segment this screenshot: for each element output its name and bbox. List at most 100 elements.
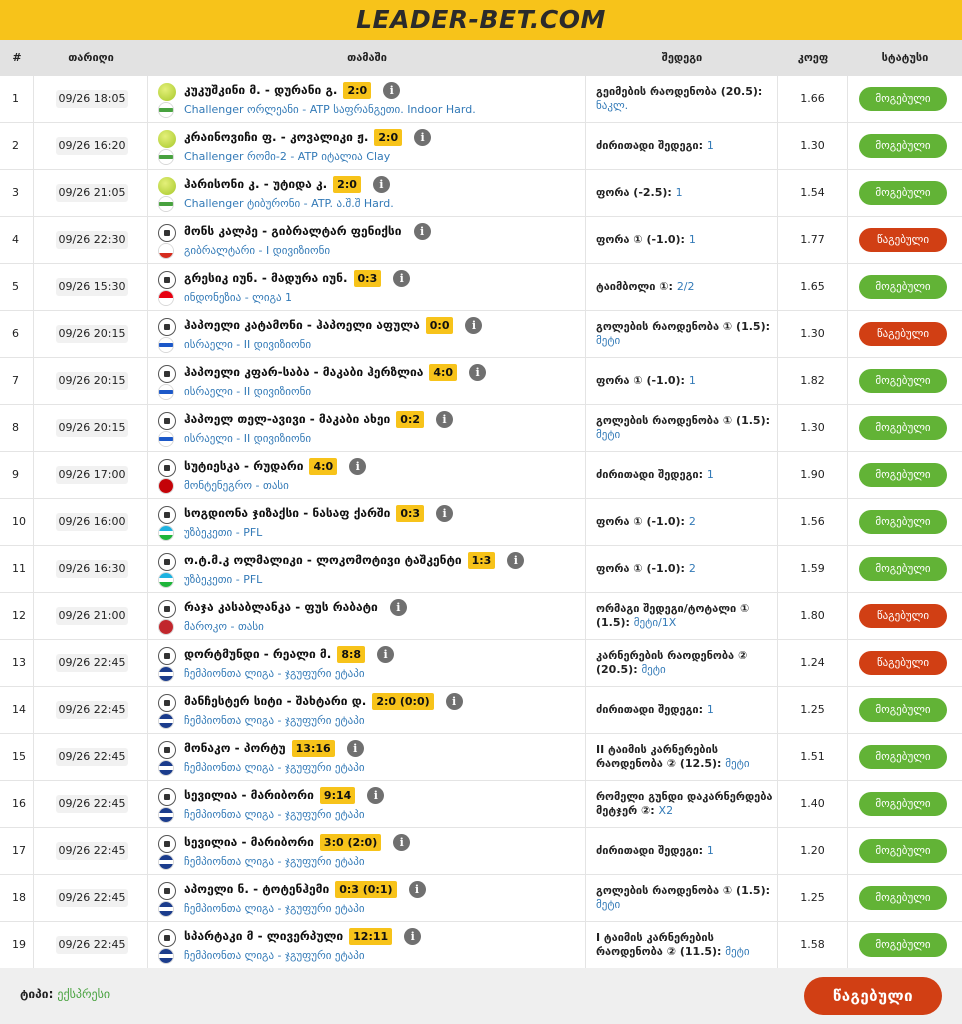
info-icon[interactable]: i xyxy=(507,551,525,569)
country-flag-icon xyxy=(158,290,174,306)
league-name[interactable]: უზბეკეთი - PFL xyxy=(184,526,262,539)
info-icon[interactable]: i xyxy=(413,222,431,240)
league-name[interactable]: ჩემპიონთა ლიგა - ჯგუფური ეტაპი xyxy=(184,855,365,868)
info-icon[interactable]: i xyxy=(404,927,422,945)
league-name[interactable]: Challenger რომი-2 - ATP იტალია Clay xyxy=(184,150,390,163)
match-teams[interactable]: ჰაპოელი კფარ-საბა - მაკაბი ჰერზლია 4:0 i xyxy=(184,363,487,381)
league-name[interactable]: ჩემპიონთა ლიგა - ჯგუფური ეტაპი xyxy=(184,714,365,727)
team-names[interactable]: სოგდიონა ჯიზაქსი - ნასაფ ქარში xyxy=(184,506,390,520)
date-cell: 09/26 22:30 xyxy=(34,217,148,263)
info-icon[interactable]: i xyxy=(367,786,385,804)
date-cell: 09/26 22:45 xyxy=(34,687,148,733)
row-number: 18 xyxy=(0,875,34,921)
result-cell: გოლების რაოდენობა ① (1.5): მეტი xyxy=(586,875,778,921)
league-name[interactable]: Challenger ტიბურონი - ATP. ა.შ.შ Hard. xyxy=(184,197,394,210)
result-cell: ფორა ① (-1.0): 2 xyxy=(586,546,778,592)
bet-market-label: ძირითადი შედეგი: xyxy=(596,139,704,152)
team-names[interactable]: მონს კალპე - გიბრალტარ ფენიქსი xyxy=(184,224,402,238)
info-icon[interactable]: i xyxy=(469,363,487,381)
status-badge: მოგებული xyxy=(859,557,947,581)
info-icon[interactable]: i xyxy=(372,175,390,193)
team-names[interactable]: კუკუშკინი მ. - დურანი გ. xyxy=(184,83,337,97)
table-row: 8 09/26 20:15 ჰაპოელ თელ-ავივი - მაკაბი ახ… xyxy=(0,405,962,452)
row-number: 13 xyxy=(0,640,34,686)
match-teams[interactable]: აპოელი ნ. - ტოტენჰემი 0:3 (0:1) i xyxy=(184,880,426,898)
status-cell: მოგებული xyxy=(848,499,962,545)
league-name[interactable]: გიბრალტარი - I დივიზიონი xyxy=(184,244,330,257)
match-teams[interactable]: ჰარისონი კ. - უტიდა კ. 2:0 i xyxy=(184,175,390,193)
site-logo[interactable]: LEADER-BET.COM xyxy=(356,5,606,34)
match-teams[interactable]: გრესიკ იუნ. - მადურა იუნ. 0:3 i xyxy=(184,269,411,287)
team-names[interactable]: აპოელი ნ. - ტოტენჰემი xyxy=(184,882,329,896)
team-names[interactable]: კრაინოვიჩი ფ. - კოვალიკი ჟ. xyxy=(184,130,368,144)
info-icon[interactable]: i xyxy=(465,316,483,334)
match-teams[interactable]: რაჯა კასაბლანკა - ფუს რაბატი i xyxy=(184,598,407,616)
bet-market: ფორა ① (-1.0): 1 xyxy=(596,358,774,404)
team-names[interactable]: სევილია - მარიბორი xyxy=(184,788,314,802)
table-row: 3 09/26 21:05 ჰარისონი კ. - უტიდა კ. 2:0 i Ch… xyxy=(0,170,962,217)
league-name[interactable]: ისრაელი - II დივიზიონი xyxy=(184,385,311,398)
match-teams[interactable]: სევილია - მარიბორი 9:14 i xyxy=(184,786,385,804)
info-icon[interactable]: i xyxy=(408,880,426,898)
match-teams[interactable]: სპარტაკი მ - ლივერპული 12:11 i xyxy=(184,927,422,945)
match-teams[interactable]: სუტიესკა - რუდარი 4:0 i xyxy=(184,457,367,475)
overall-status-button[interactable]: წაგებული xyxy=(804,977,942,1015)
match-teams[interactable]: ჰაპოელი კატამონი - ჰაპოელი აფულა 0:0 i xyxy=(184,316,483,334)
status-cell: მოგებული xyxy=(848,546,962,592)
league-name[interactable]: მაროკო - თასი xyxy=(184,620,264,633)
result-cell: ორმაგი შედეგი/ტოტალი ① (1.5): მეტი/1X xyxy=(586,593,778,639)
team-names[interactable]: დორტმუნდი - რეალი მ. xyxy=(184,647,331,661)
team-names[interactable]: მანჩესტერ სიტი - შახტარი დ. xyxy=(184,694,366,708)
team-names[interactable]: ჰაპოელ თელ-ავივი - მაკაბი ახეი xyxy=(184,412,390,426)
team-names[interactable]: ჰარისონი კ. - უტიდა კ. xyxy=(184,177,327,191)
match-teams[interactable]: მონაკო - პორტუ 13:16 i xyxy=(184,739,364,757)
info-icon[interactable]: i xyxy=(436,504,454,522)
match-teams[interactable]: დორტმუნდი - რეალი მ. 8:8 i xyxy=(184,645,395,663)
match-teams[interactable]: ო.ტ.მ.კ ოლმალიკი - ლოკომოტივი ტაშკენტი 1:… xyxy=(184,551,525,569)
league-name[interactable]: Challenger ორლეანი - ATP საფრანგეთი. Ind… xyxy=(184,103,476,116)
team-names[interactable]: სპარტაკი მ - ლივერპული xyxy=(184,929,343,943)
country-flag-icon xyxy=(158,901,174,917)
info-icon[interactable]: i xyxy=(393,833,411,851)
team-names[interactable]: ჰაპოელი კატამონი - ჰაპოელი აფულა xyxy=(184,318,420,332)
match-teams[interactable]: კრაინოვიჩი ფ. - კოვალიკი ჟ. 2:0 i xyxy=(184,128,432,146)
match-teams[interactable]: სოგდიონა ჯიზაქსი - ნასაფ ქარში 0:3 i xyxy=(184,504,454,522)
info-icon[interactable]: i xyxy=(377,645,395,663)
match-teams[interactable]: ჰაპოელ თელ-ავივი - მაკაბი ახეი 0:2 i xyxy=(184,410,454,428)
match-teams[interactable]: მანჩესტერ სიტი - შახტარი დ. 2:0 (0:0) i xyxy=(184,692,463,710)
league-name[interactable]: ჩემპიონთა ლიგა - ჯგუფური ეტაპი xyxy=(184,902,365,915)
league-name[interactable]: ინდონეზია - ლიგა 1 xyxy=(184,291,292,304)
info-icon[interactable]: i xyxy=(393,269,411,287)
league-name[interactable]: ჩემპიონთა ლიგა - ჯგუფური ეტაპი xyxy=(184,761,365,774)
team-names[interactable]: ო.ტ.მ.კ ოლმალიკი - ლოკომოტივი ტაშკენტი xyxy=(184,553,462,567)
team-names[interactable]: სევილია - მარიბორი xyxy=(184,835,314,849)
league-name[interactable]: მონტენეგრო - თასი xyxy=(184,479,289,492)
date-cell: 09/26 16:30 xyxy=(34,546,148,592)
league-name[interactable]: ჩემპიონთა ლიგა - ჯგუფური ეტაპი xyxy=(184,667,365,680)
league-name[interactable]: უზბეკეთი - PFL xyxy=(184,573,262,586)
league-name[interactable]: ჩემპიონთა ლიგა - ჯგუფური ეტაპი xyxy=(184,949,365,962)
football-icon xyxy=(158,224,176,242)
info-icon[interactable]: i xyxy=(389,598,407,616)
info-icon[interactable]: i xyxy=(383,81,401,99)
match-teams[interactable]: მონს კალპე - გიბრალტარ ფენიქსი i xyxy=(184,222,431,240)
team-names[interactable]: მონაკო - პორტუ xyxy=(184,741,286,755)
status-badge: მოგებული xyxy=(859,886,947,910)
team-names[interactable]: ჰაპოელი კფარ-საბა - მაკაბი ჰერზლია xyxy=(184,365,423,379)
league-name[interactable]: ისრაელი - II დივიზიონი xyxy=(184,432,311,445)
status-badge: წაგებული xyxy=(859,228,947,252)
info-icon[interactable]: i xyxy=(445,692,463,710)
date-cell: 09/26 20:15 xyxy=(34,311,148,357)
team-names[interactable]: რაჯა კასაბლანკა - ფუს რაბატი xyxy=(184,600,378,614)
info-icon[interactable]: i xyxy=(414,128,432,146)
league-name[interactable]: ჩემპიონთა ლიგა - ჯგუფური ეტაპი xyxy=(184,808,365,821)
team-names[interactable]: გრესიკ იუნ. - მადურა იუნ. xyxy=(184,271,348,285)
status-badge: მოგებული xyxy=(859,275,947,299)
match-teams[interactable]: სევილია - მარიბორი 3:0 (2:0) i xyxy=(184,833,411,851)
info-icon[interactable]: i xyxy=(349,457,367,475)
info-icon[interactable]: i xyxy=(436,410,454,428)
league-name[interactable]: ისრაელი - II დივიზიონი xyxy=(184,338,311,351)
match-teams[interactable]: კუკუშკინი მ. - დურანი გ. 2:0 i xyxy=(184,81,401,99)
team-names[interactable]: სუტიესკა - რუდარი xyxy=(184,459,303,473)
info-icon[interactable]: i xyxy=(346,739,364,757)
